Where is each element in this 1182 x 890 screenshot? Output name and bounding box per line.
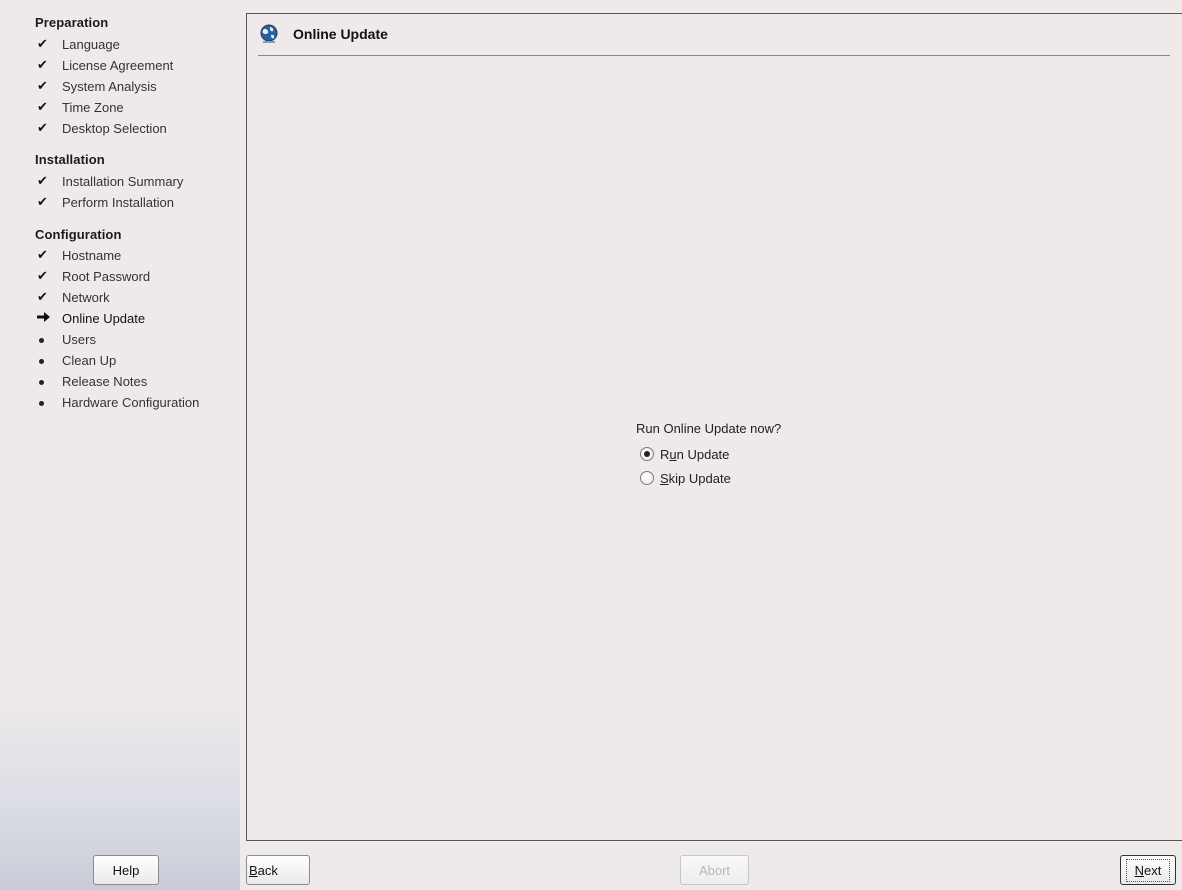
step-label: Time Zone (62, 99, 124, 115)
step-clean-up: Clean Up (37, 350, 116, 370)
step-network: ✔ Network (37, 287, 110, 307)
step-release-notes: Release Notes (37, 371, 147, 391)
step-perform-installation: ✔ Perform Installation (37, 192, 174, 212)
step-sidebar: Preparation ✔ Language ✔ License Agreeme… (0, 0, 240, 890)
update-question: Run Online Update now? (636, 421, 782, 436)
step-label: Hostname (62, 247, 122, 263)
checkmark-icon: ✔ (37, 194, 48, 209)
bullet-icon (37, 374, 51, 389)
skip-update-option[interactable]: Skip Update (640, 469, 731, 487)
step-label: Users (62, 331, 96, 347)
checkmark-icon: ✔ (37, 99, 48, 114)
section-title-configuration: Configuration (35, 227, 122, 242)
abort-button[interactable]: Abort (680, 855, 749, 885)
checkmark-icon: ✔ (37, 78, 48, 93)
step-installation-summary: ✔ Installation Summary (37, 171, 183, 191)
step-license-agreement: ✔ License Agreement (37, 55, 173, 75)
skip-update-label[interactable]: Skip Update (660, 471, 731, 486)
bullet-icon (37, 353, 51, 368)
skip-update-radio[interactable] (640, 471, 654, 485)
step-label: Clean Up (62, 352, 117, 368)
help-button[interactable]: Help (93, 855, 159, 885)
bullet-icon (37, 332, 51, 347)
step-label: Online Update (62, 310, 146, 326)
content-panel: Online Update Run Online Update now? Run… (246, 13, 1182, 841)
step-label: License Agreement (62, 57, 174, 73)
step-label: Desktop Selection (62, 120, 167, 136)
step-desktop-selection: ✔ Desktop Selection (37, 118, 167, 138)
page-header: Online Update (259, 22, 388, 46)
checkmark-icon: ✔ (37, 247, 48, 262)
step-label: Root Password (62, 268, 151, 284)
title-divider (258, 55, 1170, 56)
step-label: Installation Summary (62, 173, 184, 189)
run-update-option[interactable]: Run Update (640, 445, 729, 463)
step-label: Network (62, 289, 110, 305)
checkmark-icon: ✔ (37, 289, 48, 304)
installer-window: Preparation ✔ Language ✔ License Agreeme… (0, 0, 1182, 890)
step-label: Language (62, 36, 120, 52)
step-label: Hardware Configuration (62, 394, 200, 410)
section-title-preparation: Preparation (35, 15, 109, 30)
next-button[interactable]: Next (1120, 855, 1176, 885)
step-system-analysis: ✔ System Analysis (37, 76, 157, 96)
step-language: ✔ Language (37, 34, 120, 54)
checkmark-icon: ✔ (37, 57, 48, 72)
step-time-zone: ✔ Time Zone (37, 97, 124, 117)
run-update-label[interactable]: Run Update (660, 447, 729, 462)
step-label: System Analysis (62, 78, 157, 94)
step-online-update: Online Update (37, 308, 145, 328)
step-users: Users (37, 329, 96, 349)
checkmark-icon: ✔ (37, 173, 48, 188)
checkmark-icon: ✔ (37, 36, 48, 51)
bullet-icon (37, 395, 51, 410)
checkmark-icon: ✔ (37, 268, 48, 283)
step-label: Perform Installation (62, 194, 174, 210)
step-label: Release Notes (62, 373, 148, 389)
globe-icon (259, 24, 279, 44)
arrow-right-icon (37, 311, 51, 326)
step-root-password: ✔ Root Password (37, 266, 150, 286)
checkmark-icon: ✔ (37, 120, 48, 135)
page-title: Online Update (293, 26, 388, 42)
step-hostname: ✔ Hostname (37, 245, 121, 265)
back-button[interactable]: Back (246, 855, 310, 885)
section-title-installation: Installation (35, 152, 105, 167)
run-update-radio[interactable] (640, 447, 654, 461)
step-hardware-configuration: Hardware Configuration (37, 392, 199, 412)
